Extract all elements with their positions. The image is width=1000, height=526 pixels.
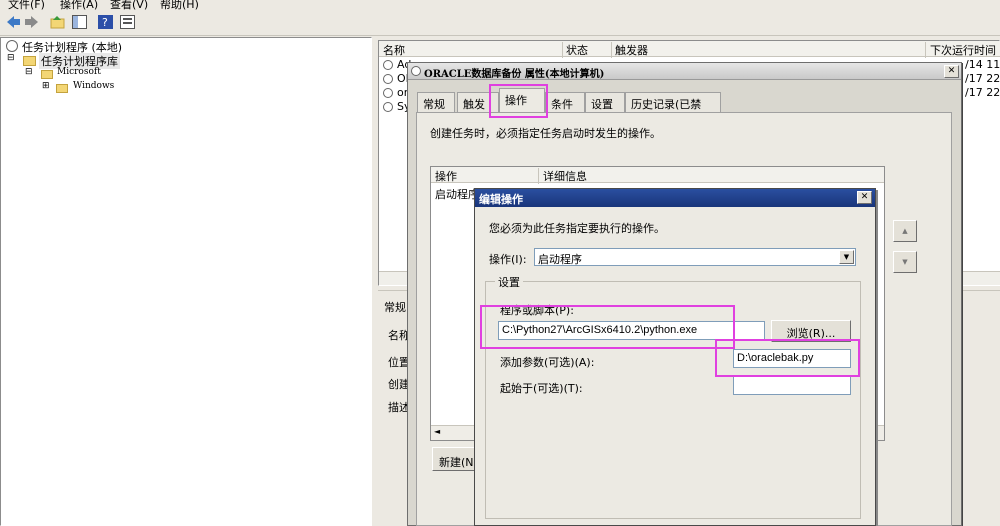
menu-bar: 文件(F) 操作(A) 查看(V) 帮助(H) [0, 0, 1000, 11]
tree-expander-minus[interactable]: ⊟ [7, 53, 15, 63]
column-next-run[interactable]: 下次运行时间 [925, 42, 996, 58]
clock-icon [383, 88, 393, 98]
close-icon: ✕ [860, 192, 869, 202]
highlight-program-field [480, 305, 735, 349]
column-action[interactable]: 操作 [435, 168, 457, 184]
move-up-button[interactable]: ▲ [893, 220, 917, 242]
edit-title: 编辑操作 [479, 193, 523, 206]
tab-conditions[interactable]: 条件 [545, 92, 585, 112]
up-folder-icon[interactable] [50, 15, 65, 29]
column-headers: 名称 状态 触发器 下次运行时间 [379, 41, 1000, 58]
column-trigger[interactable]: 触发器 [611, 42, 648, 58]
chevron-down-icon: ▼ [843, 253, 850, 261]
tab-general[interactable]: 常规 [417, 92, 455, 112]
args-label: 添加参数(可选)(A): [500, 356, 595, 369]
folder-icon [41, 70, 53, 79]
arrow-down-icon: ▼ [902, 258, 908, 266]
column-status[interactable]: 状态 [562, 42, 588, 58]
properties-icon[interactable] [120, 15, 135, 29]
details-tab-general[interactable]: 常规 [384, 299, 406, 315]
folder-icon [56, 84, 68, 93]
action-type-select[interactable]: 启动程序 ▼ [534, 248, 856, 266]
arrow-up-icon: ▲ [902, 227, 908, 235]
tab-history[interactable]: 历史记录(已禁用) [625, 92, 721, 127]
column-details[interactable]: 详细信息 [538, 168, 587, 184]
move-down-button[interactable]: ▼ [893, 251, 917, 273]
clock-icon [383, 74, 393, 84]
settings-group-title: 设置 [495, 274, 523, 290]
next-run-time: /17 22: [965, 72, 1000, 85]
highlight-args-field [715, 339, 860, 377]
action-type-label: 操作(I): [489, 253, 527, 266]
actions-list-header: 操作 详细信息 [431, 167, 884, 184]
forward-arrow-icon[interactable] [24, 15, 39, 29]
properties-title: ORACLE数据库备份 属性(本地计算机) [424, 69, 605, 80]
tree-pane: 任务计划程序 (本地) ⊟ 任务计划程序库 ⊟ Microsoft ⊞ Wind… [0, 37, 372, 526]
help-icon[interactable]: ? [98, 15, 113, 29]
actions-description: 创建任务时，必须指定任务启动时发生的操作。 [430, 127, 661, 140]
highlight-actions-tab [489, 84, 548, 118]
show-hide-tree-icon[interactable] [72, 15, 87, 29]
folder-clock-icon [23, 56, 36, 66]
edit-close-button[interactable]: ✕ [857, 191, 872, 204]
clock-icon [6, 40, 18, 52]
next-run-time: /17 22: [965, 86, 1000, 99]
svg-text:?: ? [102, 16, 108, 29]
start-in-input[interactable] [733, 376, 851, 395]
properties-titlebar: ORACLE数据库备份 属性(本地计算机) ✕ [408, 63, 961, 80]
tree-microsoft[interactable]: Microsoft [57, 67, 101, 77]
toolbar: ? [0, 10, 1000, 36]
close-icon: ✕ [947, 66, 956, 76]
edit-titlebar: 编辑操作 ✕ [475, 189, 875, 207]
edit-prompt: 您必须为此任务指定要执行的操作。 [489, 222, 665, 235]
tree-expander-minus[interactable]: ⊟ [25, 67, 33, 77]
start-in-label: 起始于(可选)(T): [500, 382, 583, 395]
clock-icon [411, 66, 421, 76]
action-type-value: 启动程序 [538, 253, 582, 266]
column-name[interactable]: 名称 [383, 42, 405, 58]
clock-icon [383, 102, 393, 112]
scroll-left-icon[interactable]: ◄ [434, 427, 440, 436]
tree-windows[interactable]: Windows [73, 81, 114, 91]
back-arrow-icon[interactable] [6, 15, 21, 29]
properties-close-button[interactable]: ✕ [944, 65, 959, 78]
tree-expander-plus[interactable]: ⊞ [42, 81, 50, 91]
clock-icon [383, 60, 393, 70]
next-run-time: /14 11: [965, 58, 1000, 71]
dropdown-button[interactable]: ▼ [839, 250, 854, 264]
tab-settings[interactable]: 设置 [585, 92, 625, 112]
action-row[interactable]: 启动程序 [435, 186, 479, 202]
